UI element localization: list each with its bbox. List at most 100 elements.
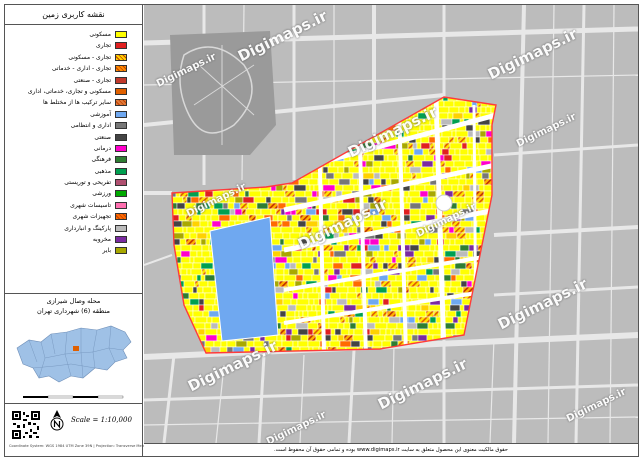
land-parcel xyxy=(254,208,262,216)
land-parcel xyxy=(307,292,320,300)
land-parcel xyxy=(420,202,433,210)
land-parcel xyxy=(410,196,424,204)
land-parcel xyxy=(234,208,243,216)
legend-swatch xyxy=(115,144,127,152)
land-parcel xyxy=(418,238,426,246)
land-parcel xyxy=(348,316,354,324)
land-parcel xyxy=(302,136,315,144)
land-parcel xyxy=(185,340,197,348)
land-parcel xyxy=(445,232,458,240)
land-parcel xyxy=(493,262,496,270)
land-parcel xyxy=(492,130,496,138)
legend-swatch xyxy=(115,110,127,118)
land-parcel xyxy=(281,220,291,228)
land-parcel xyxy=(464,160,474,168)
land-parcel xyxy=(311,190,318,198)
land-parcel xyxy=(416,286,427,294)
land-parcel xyxy=(229,214,239,222)
land-parcel xyxy=(485,124,491,132)
land-parcel xyxy=(289,262,297,270)
land-parcel xyxy=(380,160,394,168)
land-parcel xyxy=(302,292,309,300)
land-parcel xyxy=(268,190,274,198)
land-parcel xyxy=(175,178,181,186)
land-parcel xyxy=(292,256,302,264)
land-parcel xyxy=(172,178,177,186)
land-parcel xyxy=(299,154,308,162)
land-parcel xyxy=(420,304,430,312)
land-parcel xyxy=(422,352,430,353)
land-parcel xyxy=(265,142,272,150)
land-parcel xyxy=(460,310,469,318)
land-parcel xyxy=(277,220,283,228)
land-parcel xyxy=(387,154,398,162)
land-parcel xyxy=(459,220,473,228)
legend-label: تجاری - مسکونی xyxy=(68,53,111,61)
land-parcel xyxy=(331,286,337,294)
legend-label: آموزشی xyxy=(90,110,111,118)
land-parcel xyxy=(294,100,308,108)
land-parcel xyxy=(433,310,440,318)
land-parcel xyxy=(491,184,496,192)
land-parcel xyxy=(270,172,277,180)
land-parcel xyxy=(417,328,430,336)
legend-item: تجاری - صنعتی xyxy=(9,75,139,86)
land-parcel xyxy=(339,112,345,120)
land-parcel xyxy=(428,148,437,156)
land-parcel xyxy=(301,262,312,270)
land-parcel xyxy=(443,142,451,150)
legend-swatch xyxy=(115,156,127,164)
land-parcel xyxy=(457,346,471,353)
north-arrow-icon xyxy=(50,410,64,431)
land-parcel xyxy=(367,244,381,252)
land-parcel xyxy=(381,190,393,198)
land-parcel xyxy=(213,340,222,348)
land-parcel xyxy=(409,208,421,216)
land-parcel xyxy=(441,130,453,138)
land-parcel xyxy=(205,214,212,222)
land-parcel xyxy=(305,184,311,192)
land-parcel xyxy=(275,262,286,270)
land-parcel xyxy=(412,142,418,150)
land-parcel xyxy=(186,226,196,234)
legend-label: تجاری xyxy=(96,42,111,50)
land-parcel xyxy=(202,310,210,318)
land-parcel xyxy=(315,97,324,102)
land-parcel xyxy=(362,124,368,132)
legend-label: اداری و انتظامی xyxy=(70,122,111,130)
land-parcel xyxy=(172,172,177,180)
land-parcel xyxy=(178,214,187,222)
map-sheet: نقشه کاربری زمین مسکونی تجاری تجاری - مسکو… xyxy=(4,4,639,457)
land-parcel xyxy=(211,208,219,216)
land-parcel xyxy=(276,124,288,132)
land-parcel xyxy=(280,172,287,180)
land-parcel xyxy=(350,298,363,306)
land-parcel xyxy=(275,208,282,216)
legend-swatch xyxy=(115,42,127,50)
land-parcel xyxy=(323,268,329,276)
land-parcel xyxy=(395,310,401,318)
land-parcel xyxy=(448,148,456,156)
land-parcel xyxy=(175,184,188,192)
land-parcel xyxy=(172,268,177,276)
land-parcel xyxy=(295,262,303,270)
land-parcel xyxy=(198,292,206,300)
land-parcel xyxy=(379,328,387,336)
land-parcel xyxy=(484,346,493,353)
land-parcel xyxy=(413,250,425,258)
land-parcel xyxy=(448,226,455,234)
land-parcel xyxy=(281,196,290,204)
land-parcel xyxy=(330,112,341,120)
land-parcel xyxy=(414,316,420,324)
land-parcel xyxy=(353,328,364,336)
land-parcel xyxy=(325,340,331,348)
land-parcel xyxy=(449,238,456,246)
land-parcel xyxy=(284,262,291,270)
land-parcel xyxy=(409,184,416,192)
land-parcel xyxy=(321,130,334,138)
land-parcel xyxy=(451,154,461,162)
land-parcel xyxy=(333,268,341,276)
land-parcel xyxy=(483,184,493,192)
land-parcel xyxy=(185,238,197,246)
land-parcel xyxy=(332,256,341,264)
